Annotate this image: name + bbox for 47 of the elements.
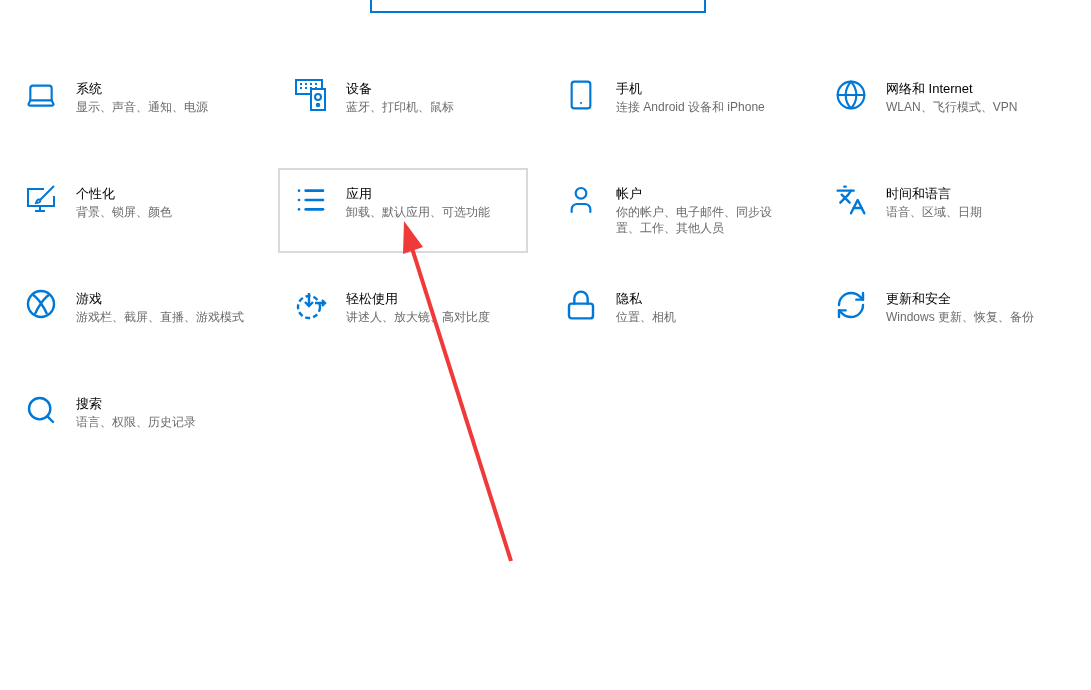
settings-tile[interactable]: 游戏 游戏栏、截屏、直播、游戏模式 [8,273,258,358]
monitor-brush-icon [26,184,56,214]
xbox-icon [26,289,56,319]
tile-description: 显示、声音、通知、电源 [76,99,209,115]
settings-tile[interactable]: 轻松使用 讲述人、放大镜、高对比度 [278,273,528,358]
tile-description: 位置、相机 [616,309,677,325]
tile-title: 系统 [76,80,103,98]
refresh-icon [835,289,867,321]
tile-title: 网络和 Internet [886,80,974,98]
lock-icon [565,289,597,321]
tile-title: 游戏 [76,290,103,308]
tile-title: 帐户 [616,185,643,203]
tile-description: 语言、权限、历史记录 [76,414,197,430]
tile-title: 搜索 [76,395,103,413]
tile-description: 连接 Android 设备和 iPhone [616,99,766,115]
language-icon [835,184,867,216]
settings-tile[interactable]: 更新和安全 Windows 更新、恢复、备份 [818,273,1068,358]
tile-description: 语音、区域、日期 [886,204,983,220]
keyboard-speaker-icon [295,79,327,111]
tile-title: 轻松使用 [346,290,399,308]
settings-tile[interactable]: 个性化 背景、锁屏、颜色 [8,168,258,253]
tile-title: 手机 [616,80,643,98]
tile-title: 时间和语言 [886,185,952,203]
tile-description: 游戏栏、截屏、直播、游戏模式 [76,309,244,325]
search-icon [25,394,57,426]
settings-tile[interactable]: 应用 卸载、默认应用、可选功能 [278,168,528,253]
tile-description: 卸载、默认应用、可选功能 [346,204,491,220]
tile-description: 你的帐户、电子邮件、同步设置、工作、其他人员 [616,204,773,236]
tile-description: 蓝牙、打印机、鼠标 [346,99,455,115]
globe-icon [835,79,867,111]
tile-description: 背景、锁屏、颜色 [76,204,173,220]
settings-tile[interactable]: 网络和 Internet WLAN、飞行模式、VPN [818,63,1068,148]
tile-description: 讲述人、放大镜、高对比度 [346,309,491,325]
tile-title: 隐私 [616,290,643,308]
tile-description: Windows 更新、恢复、备份 [886,309,1035,325]
settings-tile[interactable]: 手机 连接 Android 设备和 iPhone [548,63,798,148]
tile-description: WLAN、飞行模式、VPN [886,99,1019,115]
settings-tile[interactable]: 系统 显示、声音、通知、电源 [8,63,258,148]
tile-title: 更新和安全 [886,290,952,308]
tile-title: 个性化 [76,185,116,203]
settings-tile[interactable]: 搜索 语言、权限、历史记录 [8,378,258,463]
tile-title: 应用 [346,185,373,203]
tile-title: 设备 [346,80,373,98]
settings-tile[interactable]: 隐私 位置、相机 [548,273,798,358]
settings-tile[interactable]: 设备 蓝牙、打印机、鼠标 [278,63,528,148]
settings-tile[interactable]: 帐户 你的帐户、电子邮件、同步设置、工作、其他人员 [548,168,798,253]
settings-tile[interactable]: 时间和语言 语音、区域、日期 [818,168,1068,253]
